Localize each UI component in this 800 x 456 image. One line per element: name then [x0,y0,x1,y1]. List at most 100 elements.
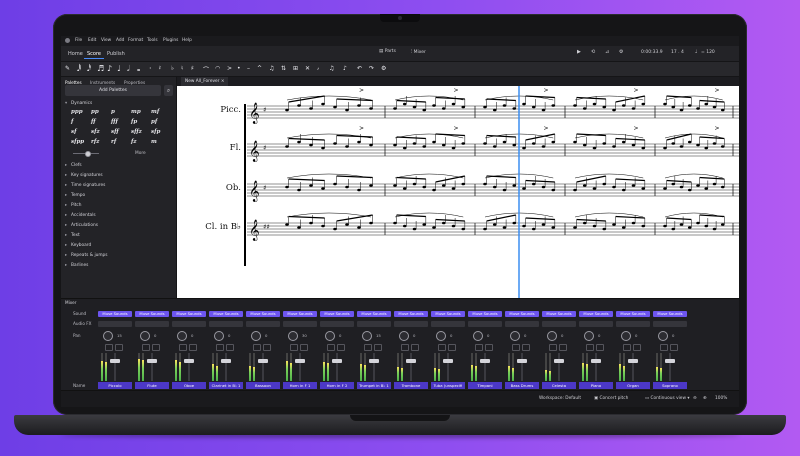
audio-fx-slot[interactable] [320,321,354,327]
dynamic-cell[interactable]: sff [111,129,119,135]
mixer-button[interactable]: ⫶ Mixer [411,49,426,55]
quarter-note-icon[interactable]: ♩ [117,64,121,73]
sound-button[interactable]: Muse Sounds [172,311,206,317]
fader-handle[interactable] [665,358,675,363]
redo-icon[interactable]: ↷ [369,65,374,72]
fader-handle[interactable] [258,358,268,363]
metronome-icon[interactable]: ⊿ [605,49,609,55]
audio-fx-slot[interactable] [246,321,280,327]
audio-fx-slot[interactable] [172,321,206,327]
zoom-out-icon[interactable]: ⊖ [693,396,697,401]
dynamic-cell[interactable]: f [71,119,73,125]
fader-handle[interactable] [517,358,527,363]
voice-icon[interactable]: ⊞ [293,65,298,72]
pan-knob[interactable] [621,331,631,341]
audio-fx-slot[interactable] [579,321,613,327]
eighth-note-icon[interactable]: ♪ [107,64,112,73]
zoom-level[interactable]: 100% [715,396,727,401]
sound-button[interactable]: Muse Sounds [431,311,465,317]
volume-fader[interactable] [397,353,425,381]
sixteenth-note-icon[interactable]: ♬ [97,64,104,73]
dynamic-cell[interactable]: pp [91,109,99,115]
workspace-select[interactable]: Workspace: Default [539,396,581,401]
solo-button[interactable] [670,344,678,351]
volume-fader[interactable] [323,353,351,381]
zoom-in-icon[interactable]: ⊕ [703,396,707,401]
pan-knob[interactable] [473,331,483,341]
tenuto-icon[interactable]: – [247,65,250,72]
fader-handle[interactable] [554,358,564,363]
dynamic-cell[interactable]: fp [131,119,137,125]
volume-fader[interactable] [101,353,129,381]
fader-handle[interactable] [480,358,490,363]
tie-icon[interactable]: ⌒ [203,65,209,74]
document-tab[interactable]: New All_Forever × [181,77,229,86]
dynamic-cell[interactable]: rfz [91,139,99,145]
view-mode-select[interactable]: ▭ Continuous view ▾ [645,396,690,401]
tab-home[interactable]: Home [65,50,86,58]
audio-fx-slot[interactable] [505,321,539,327]
loop-icon[interactable]: ⟲ [591,49,595,55]
audio-fx-slot[interactable] [98,321,132,327]
staccato-icon[interactable]: • [237,65,241,72]
pan-knob[interactable] [584,331,594,341]
solo-button[interactable] [189,344,197,351]
mute-button[interactable] [475,344,483,351]
score-view[interactable]: Picc. Fl. Ob. Cl. in B♭ 𝄞 ♯ > > > > > 𝄞 ♯ > > > > > 𝄞 ♯… [177,86,739,298]
audio-fx-slot[interactable] [468,321,502,327]
menu-tools[interactable]: Tools [147,38,158,43]
mute-button[interactable] [549,344,557,351]
audio-fx-slot[interactable] [431,321,465,327]
palette-item[interactable]: ▸ Pitch [65,203,81,208]
natural-icon[interactable]: ♮ [181,65,183,72]
pan-knob[interactable] [103,331,113,341]
add-palettes-button[interactable]: Add Palettes [65,85,161,96]
mute-button[interactable] [253,344,261,351]
flat-icon[interactable]: ♭ [171,65,174,72]
mute-button[interactable] [327,344,335,351]
pan-knob[interactable] [658,331,668,341]
fader-handle[interactable] [406,358,416,363]
pan-knob[interactable] [214,331,224,341]
solo-button[interactable] [115,344,123,351]
half-note-icon[interactable]: 𝅗𝅥 [127,64,130,74]
more-button[interactable]: More [135,151,146,156]
audio-fx-slot[interactable] [135,321,169,327]
close-icon[interactable]: × [221,79,225,84]
menu-file[interactable]: File [75,38,82,43]
fader-handle[interactable] [147,358,157,363]
dynamic-cell[interactable]: sfpp [71,139,84,145]
dynamic-cell[interactable]: m [151,139,157,145]
volume-fader[interactable] [582,353,610,381]
sound-button[interactable]: Muse Sounds [616,311,650,317]
palette-item[interactable]: ▸ Text [65,233,80,238]
slider-handle[interactable] [85,151,91,157]
dot-icon[interactable]: · [149,64,152,73]
fader-handle[interactable] [332,358,342,363]
palette-item[interactable]: ▸ Accidentals [65,213,96,218]
sound-button[interactable]: Muse Sounds [357,311,391,317]
thirty-second-note-icon[interactable]: 𝅘𝅥𝅰 [87,64,91,74]
mute-button[interactable] [660,344,668,351]
play-icon[interactable]: ▶ [577,49,581,55]
volume-fader[interactable] [360,353,388,381]
solo-button[interactable] [263,344,271,351]
solo-button[interactable] [226,344,234,351]
volume-fader[interactable] [508,353,536,381]
mute-button[interactable] [512,344,520,351]
palette-item[interactable]: ▸ Keyboard [65,243,91,248]
dynamic-cell[interactable]: rf [111,139,116,145]
palette-item[interactable]: ▸ Repeats & jumps [65,253,108,258]
solo-button[interactable] [152,344,160,351]
mute-button[interactable] [216,344,224,351]
fader-handle[interactable] [369,358,379,363]
dynamic-cell[interactable]: p [111,109,115,115]
dynamic-cell[interactable]: fz [131,139,137,145]
dynamic-cell[interactable]: mf [151,109,159,115]
slur-icon[interactable]: ◠ [215,65,220,72]
fader-handle[interactable] [591,358,601,363]
fader-handle[interactable] [184,358,194,363]
sound-button[interactable]: Muse Sounds [468,311,502,317]
fader-handle[interactable] [221,358,231,363]
volume-fader[interactable] [656,353,684,381]
